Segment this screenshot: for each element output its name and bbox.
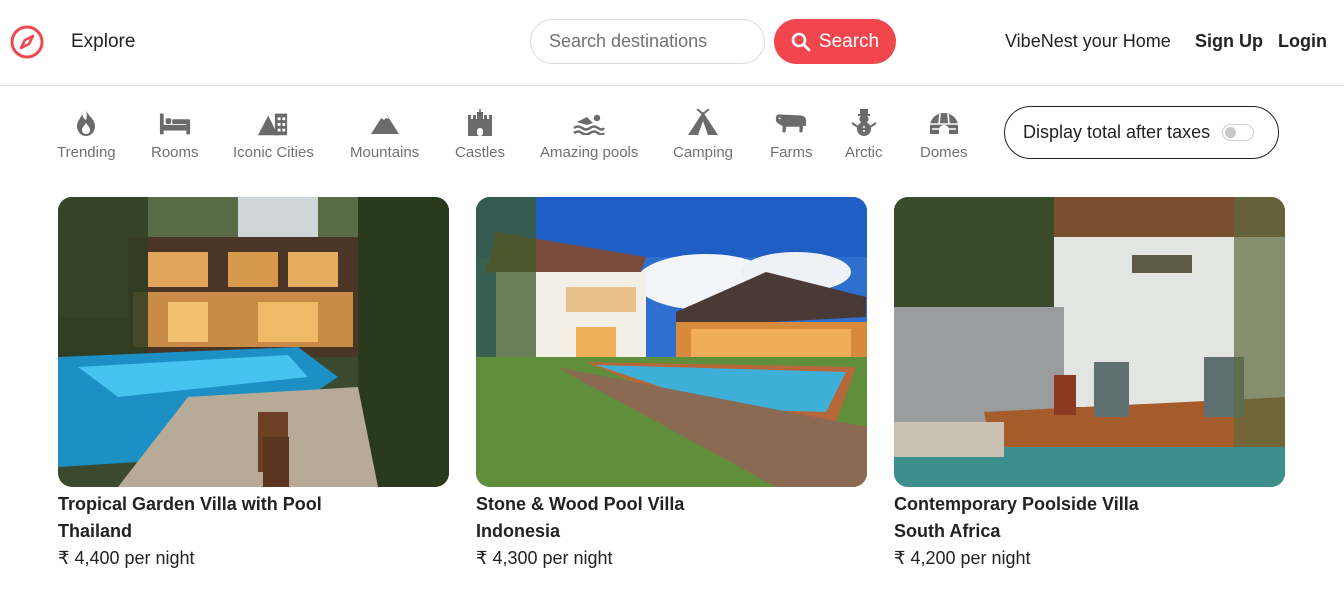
listing-title: Tropical Garden Villa with Pool <box>58 494 322 514</box>
villa-photo[interactable] <box>894 197 1285 487</box>
category-label: Iconic Cities <box>233 144 314 161</box>
tent-icon <box>687 108 719 138</box>
switch-knob <box>1225 127 1237 138</box>
category-label: Domes <box>920 144 968 161</box>
search-button[interactable]: Search <box>774 19 896 64</box>
bed-icon <box>159 108 191 138</box>
search-icon <box>791 32 811 51</box>
category-label: Rooms <box>151 144 199 161</box>
category-farms[interactable]: Farms <box>770 108 813 161</box>
category-iconic-cities[interactable]: Iconic Cities <box>233 108 314 161</box>
listing-card[interactable]: Stone & Wood Pool Villa Indonesia ₹ 4,30… <box>476 197 867 572</box>
listing-country: South Africa <box>894 521 1001 541</box>
host-your-home-link[interactable]: VibeNest your Home <box>1005 31 1171 52</box>
category-label: Trending <box>57 144 116 161</box>
castle-icon <box>464 108 496 138</box>
cow-icon <box>775 108 807 138</box>
listing-title: Contemporary Poolside Villa <box>894 494 1139 514</box>
category-trending[interactable]: Trending <box>57 108 116 161</box>
tax-switch[interactable] <box>1222 124 1255 141</box>
category-rooms[interactable]: Rooms <box>151 108 199 161</box>
category-arctic[interactable]: Arctic <box>845 108 883 161</box>
listing-title: Stone & Wood Pool Villa <box>476 494 685 514</box>
swimmer-icon <box>573 108 606 138</box>
tax-toggle[interactable]: Display total after taxes <box>1004 106 1279 159</box>
signup-link[interactable]: Sign Up <box>1195 31 1263 52</box>
snowman-icon <box>848 108 880 138</box>
explore-link[interactable]: Explore <box>71 31 135 53</box>
search-input[interactable] <box>530 19 765 64</box>
category-label: Mountains <box>350 144 420 161</box>
listing-country: Thailand <box>58 521 133 541</box>
category-castles[interactable]: Castles <box>455 108 505 161</box>
category-amazing-pools[interactable]: Amazing pools <box>540 108 638 161</box>
top-navbar: Explore Search VibeNest your Home Sign U… <box>0 0 1344 86</box>
category-label: Castles <box>455 144 506 161</box>
listing-country: Indonesia <box>476 521 561 541</box>
listing-price: ₹ 4,400 per night <box>58 548 195 568</box>
listing-card[interactable]: Tropical Garden Villa with Pool Thailand… <box>58 197 449 572</box>
villa-photo[interactable] <box>58 197 449 487</box>
listing-price: ₹ 4,300 per night <box>476 548 613 568</box>
flame-icon <box>70 108 102 138</box>
igloo-icon <box>928 108 960 138</box>
category-label: Camping <box>673 144 734 161</box>
category-domes[interactable]: Domes <box>920 108 968 161</box>
category-label: Arctic <box>845 144 883 161</box>
search-button-label: Search <box>818 30 880 52</box>
login-link[interactable]: Login <box>1278 31 1327 52</box>
tax-toggle-label: Display total after taxes <box>1023 122 1211 142</box>
category-label: Amazing pools <box>540 144 639 161</box>
mountain-icon <box>369 108 401 138</box>
category-camping[interactable]: Camping <box>673 108 733 161</box>
listing-price: ₹ 4,200 per night <box>894 548 1031 568</box>
category-label: Farms <box>770 144 813 161</box>
villa-photo[interactable] <box>476 197 867 487</box>
listing-card[interactable]: Contemporary Poolside Villa South Africa… <box>894 197 1285 572</box>
compass-icon[interactable] <box>9 24 45 60</box>
city-icon <box>257 108 289 138</box>
category-mountains[interactable]: Mountains <box>350 108 419 161</box>
